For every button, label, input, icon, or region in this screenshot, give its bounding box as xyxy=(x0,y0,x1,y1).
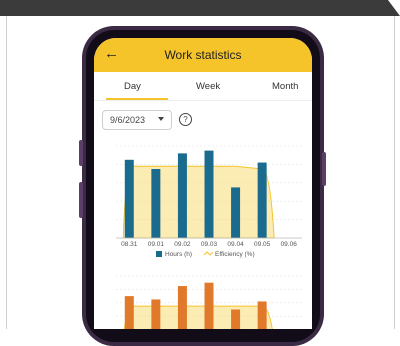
charts-canvas: 08.31 09.01 09.02 09.03 09.04 09.05 09.06 Hours… xyxy=(116,145,302,329)
x-tick-label: 09.01 xyxy=(148,241,165,248)
hours-bar xyxy=(204,150,214,238)
hours-bar xyxy=(151,299,161,329)
x-tick-label: 09.06 xyxy=(281,241,298,248)
efficiency-area xyxy=(123,305,273,329)
legend-efficiency-label: Efficiency (%) xyxy=(215,251,255,258)
legend-hours-label: Hours (h) xyxy=(165,251,192,258)
phone-side-button-left-1 xyxy=(79,140,83,166)
hours-bar xyxy=(177,153,187,238)
legend-efficiency-swatch xyxy=(203,251,214,256)
x-tick-label: 09.04 xyxy=(227,241,244,248)
hours-bar xyxy=(257,301,267,329)
hours-bar xyxy=(124,296,134,329)
header-band-corner xyxy=(388,0,400,16)
hours-bar xyxy=(204,282,214,329)
x-tick-label: 09.02 xyxy=(174,241,191,248)
hours-bar xyxy=(151,169,161,238)
hours-bar xyxy=(231,187,241,238)
hours-bar xyxy=(177,286,187,329)
legend-hours-swatch xyxy=(156,251,162,257)
hours-bar xyxy=(231,309,241,329)
efficiency-area xyxy=(122,165,275,239)
phone-side-button-right xyxy=(322,152,326,186)
phone-side-button-left-2 xyxy=(79,182,83,218)
x-tick-label: 09.03 xyxy=(201,241,218,248)
header-band xyxy=(0,0,400,16)
x-tick-label: 08.31 xyxy=(121,241,138,248)
x-tick-label: 09.05 xyxy=(254,241,271,248)
phone-screen: ← Work statistics Day Week Month 9/6/202… xyxy=(94,38,312,329)
hours-bar xyxy=(124,159,134,238)
hours-bar xyxy=(257,162,267,238)
